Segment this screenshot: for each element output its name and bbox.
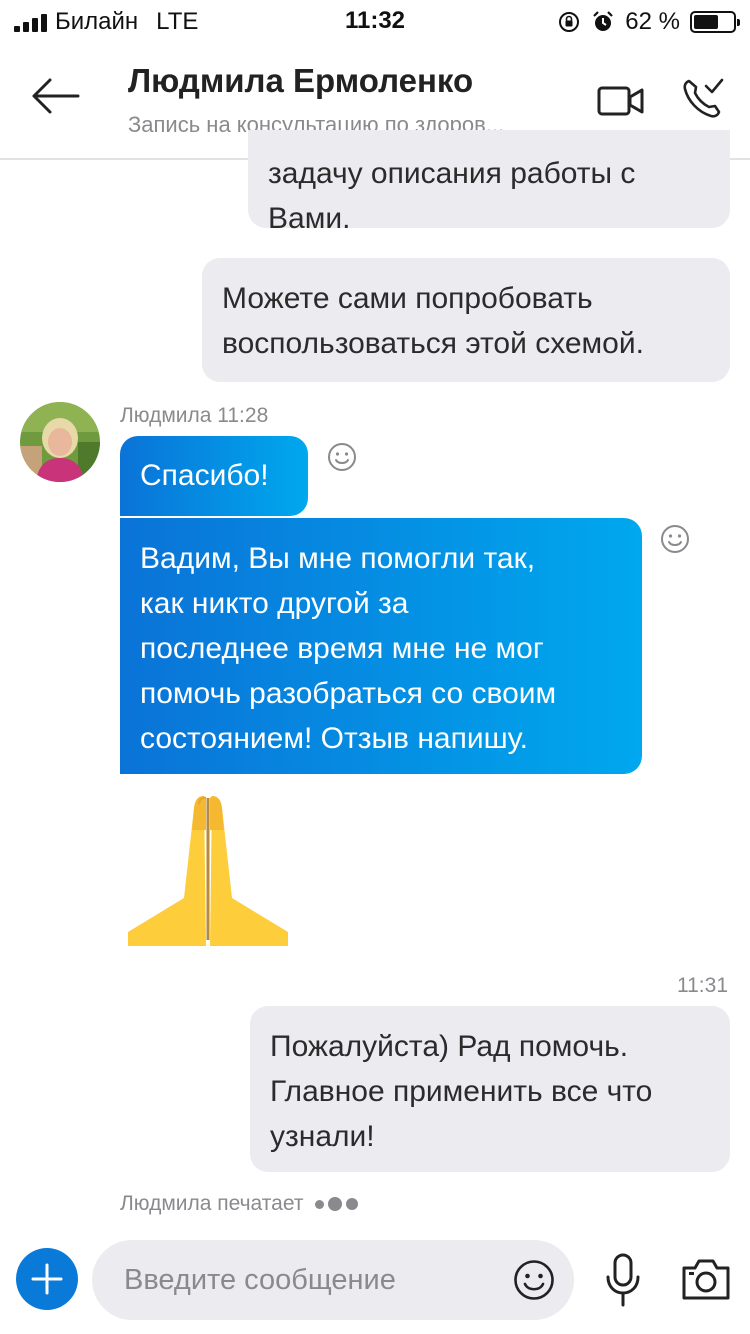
message-line: Вадим, Вы мне помогли так, bbox=[140, 542, 536, 575]
battery-percent: 62 % bbox=[625, 8, 680, 35]
typing-indicator: Людмила печатает bbox=[120, 1192, 359, 1216]
incoming-message[interactable]: Вадим, Вы мне помогли так, как никто дру… bbox=[120, 518, 642, 774]
battery-fill bbox=[694, 15, 718, 29]
back-arrow-icon[interactable] bbox=[28, 74, 80, 118]
plus-icon bbox=[31, 1263, 63, 1295]
microphone-icon[interactable] bbox=[604, 1252, 642, 1308]
status-bar: Билайн LTE 11:32 62 % bbox=[0, 0, 750, 40]
camera-icon[interactable] bbox=[680, 1256, 732, 1302]
alarm-icon bbox=[593, 11, 614, 31]
message-line: Вами. bbox=[268, 202, 351, 235]
add-reaction-icon[interactable] bbox=[326, 441, 358, 473]
message-line: Главное применить все что bbox=[270, 1075, 653, 1108]
battery-icon bbox=[690, 11, 740, 33]
typing-indicator-text: Людмила печатает bbox=[120, 1192, 304, 1215]
outgoing-message[interactable]: Пожалуйста) Рад помочь. Главное применит… bbox=[250, 1006, 730, 1172]
incoming-message[interactable]: Спасибо! bbox=[120, 436, 308, 516]
message-line: Спасибо! bbox=[140, 459, 269, 492]
message-line: воспользоваться этой схемой. bbox=[222, 327, 644, 360]
add-attachment-button[interactable] bbox=[16, 1248, 78, 1310]
orientation-lock-icon bbox=[559, 12, 580, 32]
sender-name-time: Людмила 11:28 bbox=[120, 404, 269, 427]
emoji-icon[interactable] bbox=[512, 1258, 556, 1302]
add-reaction-icon[interactable] bbox=[659, 523, 691, 555]
contact-name[interactable]: Людмила Ермоленко bbox=[128, 62, 473, 100]
message-line: помочь разобраться со своим bbox=[140, 677, 557, 710]
message-line: как никто другой за bbox=[140, 587, 409, 620]
audio-call-icon[interactable] bbox=[680, 76, 726, 122]
message-line: узнали! bbox=[270, 1120, 375, 1153]
folded-hands-emoji-icon[interactable] bbox=[126, 790, 290, 948]
video-call-icon[interactable] bbox=[596, 80, 646, 120]
typing-dots-icon bbox=[315, 1197, 359, 1211]
message-time: 11:31 bbox=[677, 974, 728, 997]
message-line: последнее время мне не мог bbox=[140, 632, 544, 665]
status-right: 62 % bbox=[557, 8, 740, 36]
message-line: задачу описания работы с bbox=[268, 157, 636, 190]
outgoing-message[interactable]: Можете сами попробовать воспользоваться … bbox=[202, 258, 730, 382]
message-composer bbox=[92, 1240, 574, 1320]
message-line: Пожалуйста) Рад помочь. bbox=[270, 1030, 629, 1063]
message-line: Можете сами попробовать bbox=[222, 282, 593, 315]
outgoing-message[interactable]: задачу описания работы с Вами. bbox=[248, 130, 730, 235]
avatar[interactable] bbox=[20, 402, 100, 482]
message-line: состоянием! Отзыв напишу. bbox=[140, 722, 528, 755]
message-input[interactable] bbox=[124, 1240, 504, 1320]
